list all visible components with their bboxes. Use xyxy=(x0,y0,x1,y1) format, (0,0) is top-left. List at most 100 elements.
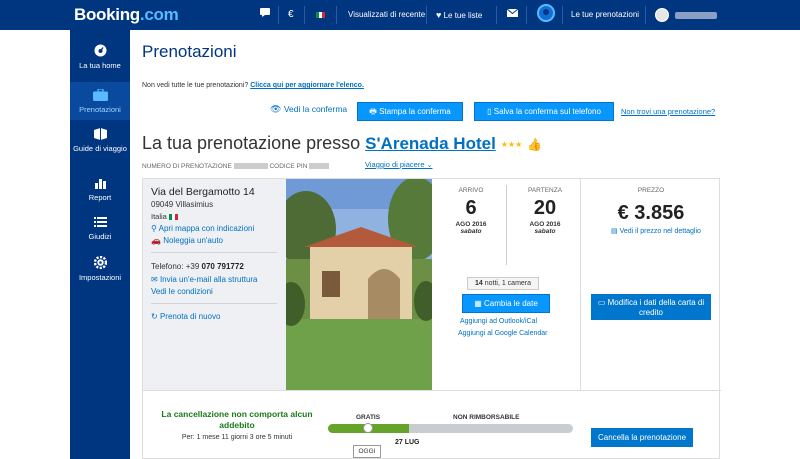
wishlists-link[interactable]: ♥ Le tue liste xyxy=(436,0,482,30)
view-confirmation-label: Vedi la conferma xyxy=(283,104,348,114)
sidebar-item-guides[interactable]: Guide di viaggio xyxy=(70,128,130,162)
phone-icon: ▯ xyxy=(487,107,492,116)
add-outlook-link[interactable]: Aggiungi ad Outlook/iCal xyxy=(460,318,537,325)
gear-icon xyxy=(93,256,107,269)
sidebar-item-label: Report xyxy=(88,193,112,202)
view-conditions-link[interactable]: Vedi le condizioni xyxy=(151,287,213,296)
chevron-down-icon: ⌄ xyxy=(426,162,433,169)
add-google-calendar-link[interactable]: Aggiungi al Google Calendar xyxy=(458,330,548,337)
checkin-weekday: sabato xyxy=(460,228,482,235)
edit-credit-card-button[interactable]: ▭ Modifica i dati della carta di credito xyxy=(591,294,711,320)
checkout-date: PARTENZA 20 AGO 2016 sabato xyxy=(510,187,580,235)
hotel-zip-city: 09049 Villasimius xyxy=(151,200,214,209)
address-panel: Via del Bergamotto 14 09049 Villasimius … xyxy=(143,179,286,390)
sidebar-item-bookings[interactable]: Prenotazioni xyxy=(70,82,130,120)
hotel-photo[interactable] xyxy=(286,179,432,390)
trip-type-label: Viaggio di piacere xyxy=(365,160,425,169)
pin-label: CODICE PIN xyxy=(269,163,308,170)
nights-rooms-summary: 14 notti, 1 camera xyxy=(467,277,539,290)
open-map-label: Apri mappa con indicazioni xyxy=(158,224,255,233)
star-rating-icon: ★★★ xyxy=(500,139,523,149)
heart-icon: ♥ xyxy=(436,10,442,20)
rebook-link[interactable]: ↻ Prenota di nuovo xyxy=(151,312,220,321)
rent-car-link[interactable]: 🚗 Noleggia un'auto xyxy=(151,236,223,245)
email-property-link[interactable]: ✉ Invia un'e-mail alla struttura xyxy=(151,275,258,284)
email-icon: ✉ xyxy=(151,275,158,284)
checkin-month: AGO 2016 xyxy=(455,221,487,228)
wishlists-label: Le tue liste xyxy=(443,11,483,20)
hotel-country: Italia xyxy=(151,212,178,221)
refresh-notice-text: Non vedi tutte le tue prenotazioni? xyxy=(142,82,249,89)
car-icon: 🚗 xyxy=(151,236,161,245)
dashboard-icon xyxy=(94,44,106,57)
price-detail-link[interactable]: ▤ Vedi il prezzo nel dettaglio xyxy=(591,227,721,235)
free-period-label: GRATIS xyxy=(356,414,381,421)
sidebar-item-label: Giudizi xyxy=(88,232,112,241)
refresh-notice: Non vedi tutte le tue prenotazioni? Clic… xyxy=(142,82,364,89)
sidebar-item-label: Prenotazioni xyxy=(79,105,121,114)
booking-number-redacted xyxy=(233,163,268,170)
price-label: PREZZO xyxy=(637,187,665,194)
italy-flag-icon xyxy=(168,214,178,221)
top-bar: Booking.com € Visualizzati di recente ♥ … xyxy=(0,0,800,30)
nights-count: 14 xyxy=(474,280,483,287)
booking-card: Via del Bergamotto 14 09049 Villasimius … xyxy=(142,178,721,459)
lost-booking-link[interactable]: Non trovi una prenotazione? xyxy=(621,107,715,116)
hotel-street: Via del Bergamotto 14 xyxy=(151,186,255,198)
price-detail-label: Vedi il prezzo nel dettaglio xyxy=(619,228,701,235)
change-dates-button[interactable]: ▦ Cambia le date xyxy=(462,294,550,313)
rebook-label: Prenota di nuovo xyxy=(159,312,221,321)
cancellation-panel: La cancellazione non comporta alcun adde… xyxy=(143,390,721,459)
sidebar-item-settings[interactable]: Impostazioni xyxy=(70,256,130,282)
booking-number: NUMERO DI PRENOTAZIONE CODICE PIN xyxy=(142,163,330,170)
location-pin-icon[interactable] xyxy=(537,4,555,22)
booking-number-label: NUMERO DI PRENOTAZIONE xyxy=(142,163,232,170)
sidebar-item-home[interactable]: La tua home xyxy=(70,44,130,78)
sidebar-item-report[interactable]: Report xyxy=(70,177,130,203)
phone-number: 070 791772 xyxy=(201,262,244,271)
checkout-weekday: sabato xyxy=(534,228,556,235)
language-flag-icon[interactable] xyxy=(316,0,325,30)
open-map-link[interactable]: ⚲ Apri mappa con indicazioni xyxy=(151,224,254,233)
change-dates-label: Cambia le date xyxy=(483,299,538,308)
mail-icon[interactable] xyxy=(506,0,519,30)
save-to-phone-button[interactable]: ▯ Salva la conferma sul telefono xyxy=(474,102,614,121)
nights-rooms-label: notti, 1 camera xyxy=(484,280,532,287)
cancel-booking-button[interactable]: Cancella la prenotazione xyxy=(591,428,693,447)
hotel-country-name: Italia xyxy=(151,212,167,221)
cancellation-remaining: Per: 1 mese 11 giorni 3 ore 5 minuti xyxy=(181,434,293,441)
hotel-heading-prefix: La tua prenotazione presso xyxy=(142,133,361,153)
checkout-month: AGO 2016 xyxy=(529,221,561,228)
refresh-list-link[interactable]: Clicca qui per aggiornare l'elenco. xyxy=(250,82,364,89)
price-amount: € 3.856 xyxy=(617,202,685,224)
sidebar-item-label: La tua home xyxy=(79,61,121,70)
today-marker: OGGI xyxy=(353,445,381,458)
sidebar-item-label: Guide di viaggio xyxy=(73,144,127,153)
hotel-name-link[interactable]: S'Arenada Hotel xyxy=(365,134,496,153)
map-pin-icon: ⚲ xyxy=(151,224,157,233)
bar-chart-icon xyxy=(94,179,106,189)
booking-logo[interactable]: Booking.com xyxy=(74,5,179,25)
sidebar: La tua home Prenotazioni Guide di viaggi… xyxy=(70,30,130,459)
recently-viewed-link[interactable]: Visualizzati di recente xyxy=(348,0,425,30)
view-confirmation-link[interactable]: 👁 Vedi la conferma xyxy=(270,104,347,115)
hotel-phone: Telefono: +39 070 791772 xyxy=(151,262,244,271)
user-name-redacted[interactable] xyxy=(675,12,717,19)
calendar-icon: ▦ xyxy=(474,299,482,308)
phone-label: Telefono: +39 xyxy=(151,262,200,271)
list-icon xyxy=(93,217,107,227)
sidebar-item-reviews[interactable]: Giudizi xyxy=(70,216,130,242)
print-confirmation-button[interactable]: 🖶 Stampa la conferma xyxy=(357,102,463,121)
currency-selector[interactable]: € xyxy=(288,0,294,30)
trip-type-dropdown[interactable]: Viaggio di piacere ⌄ xyxy=(365,160,432,169)
book-icon xyxy=(93,128,107,140)
avatar[interactable] xyxy=(655,8,669,22)
suitcase-icon xyxy=(92,89,108,101)
support-icon[interactable] xyxy=(260,0,270,30)
today-knob xyxy=(363,423,373,433)
save-to-phone-label: Salva la conferma sul telefono xyxy=(493,107,601,116)
pin-redacted xyxy=(309,163,330,170)
my-bookings-link[interactable]: Le tue prenotazioni xyxy=(571,0,639,30)
checkout-day: 20 xyxy=(533,197,557,219)
receipt-icon: ▤ xyxy=(611,228,618,235)
